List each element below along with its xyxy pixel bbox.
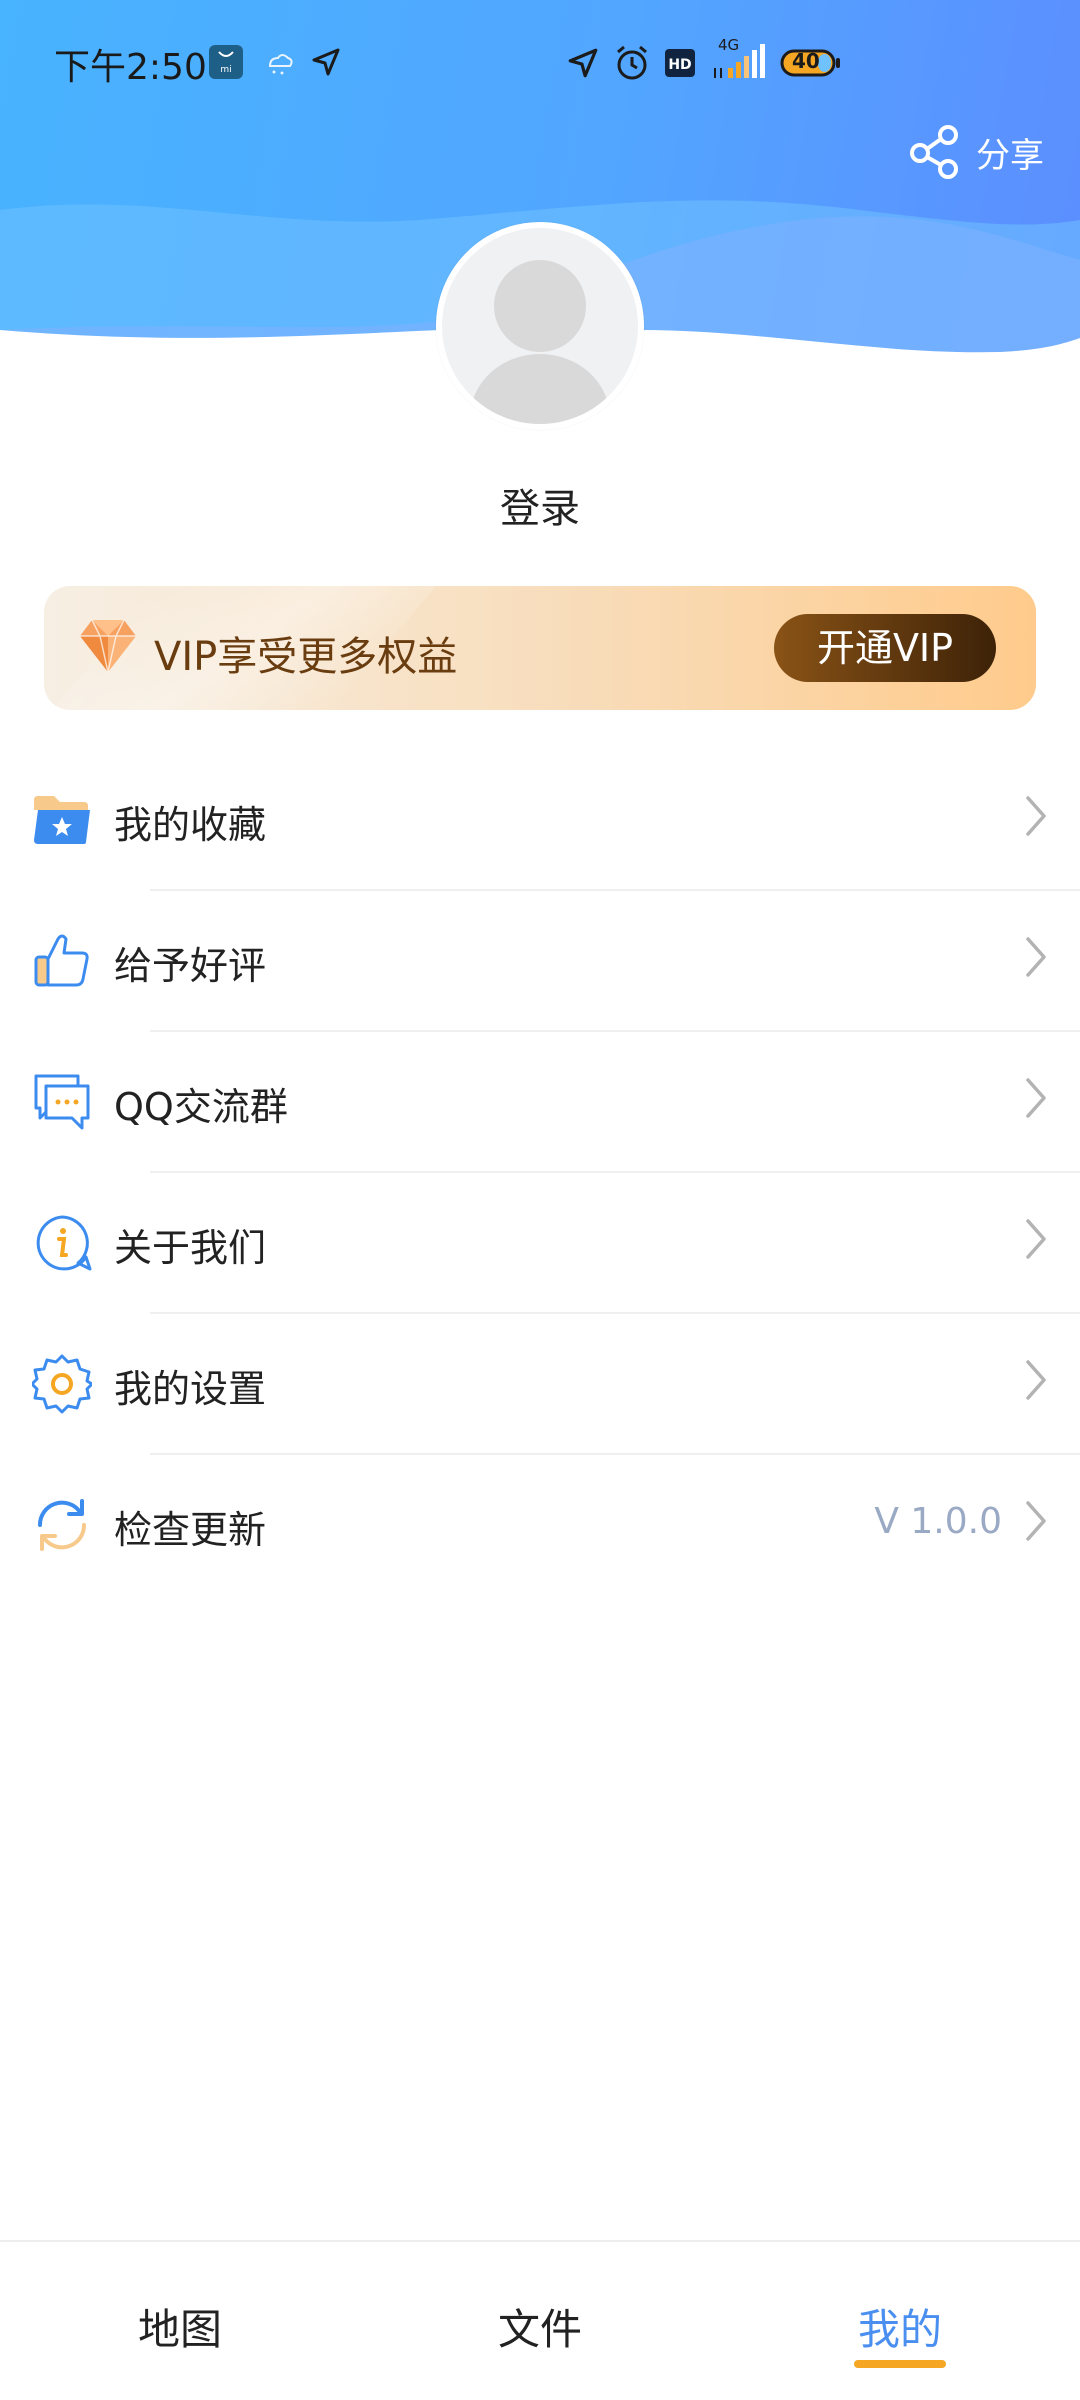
chevron-right-icon (1026, 1219, 1046, 1259)
menu-item-label: 我的收藏 (114, 803, 267, 847)
vip-banner[interactable]: VIP享受更多权益 开通VIP (44, 586, 1036, 710)
tab-label: 我的 (857, 2305, 942, 2354)
profile-page: 下午2:50 mi HD 4G 40 分享 登录 VIP享受更多权益 开通VIP… (0, 0, 1080, 2400)
refresh-icon (37, 1499, 87, 1551)
mi-app-icon: mi (209, 45, 243, 79)
chevron-right-icon (1026, 937, 1046, 977)
menu-item-about[interactable]: 关于我们 (0, 1173, 1080, 1314)
menu-item-label: 检查更新 (114, 1508, 267, 1552)
signal-icon (714, 44, 765, 78)
menu-item-label: 我的设置 (114, 1367, 267, 1411)
svg-text:HD: HD (668, 57, 691, 73)
menu-item-favorites[interactable]: 我的收藏 (0, 750, 1080, 891)
info-icon (36, 1215, 92, 1271)
menu-item-label: 给予好评 (114, 944, 267, 988)
chat-icon (34, 1074, 90, 1130)
battery-level: 40 (792, 49, 820, 73)
tab-label: 地图 (137, 2305, 222, 2354)
tab-mine[interactable]: 我的 (720, 2242, 1080, 2400)
svg-text:mi: mi (220, 65, 231, 75)
avatar[interactable] (436, 222, 644, 430)
active-tab-indicator (854, 2360, 946, 2368)
location-arrow-icon (568, 48, 598, 78)
menu-item-check-update[interactable]: 检查更新 V 1.0.0 (0, 1455, 1080, 1596)
chevron-right-icon (1026, 796, 1046, 836)
tab-map[interactable]: 地图 (0, 2242, 360, 2400)
share-button[interactable]: 分享 (906, 120, 1044, 184)
weather-icon (268, 54, 293, 75)
menu-item-qq-group[interactable]: QQ交流群 (0, 1032, 1080, 1173)
share-label: 分享 (976, 135, 1044, 176)
alarm-icon (617, 45, 647, 80)
tab-label: 文件 (497, 2305, 582, 2354)
login-link[interactable]: 登录 (0, 476, 1080, 534)
chevron-right-icon (1026, 1360, 1046, 1400)
hd-icon: HD (665, 49, 695, 77)
tab-files[interactable]: 文件 (360, 2242, 720, 2400)
chevron-right-icon (1026, 1078, 1046, 1118)
settings-menu: 我的收藏 给予好评 QQ交流群 关于我们 我的设置 检查更新 V 1.0.0 (0, 750, 1080, 1596)
menu-item-label: 关于我们 (114, 1226, 267, 1270)
favorites-folder-icon (34, 796, 90, 844)
thumbs-up-icon (34, 934, 89, 987)
diamond-icon (80, 619, 136, 672)
menu-item-label: QQ交流群 (114, 1085, 288, 1129)
chevron-right-icon (1026, 1501, 1046, 1541)
menu-item-settings[interactable]: 我的设置 (0, 1314, 1080, 1455)
settings-icon (32, 1354, 92, 1414)
status-time: 下午2:50 (54, 47, 207, 88)
app-version: V 1.0.0 (874, 1501, 1002, 1542)
activate-vip-button[interactable]: 开通VIP (774, 614, 996, 682)
user-placeholder-icon (470, 260, 610, 424)
location-arrow-icon (312, 48, 340, 76)
status-bar: 下午2:50 mi HD 4G 40 (0, 0, 1080, 120)
bottom-nav: 地图 文件 我的 (0, 2240, 1080, 2400)
vip-promo-text: VIP享受更多权益 (154, 634, 458, 680)
menu-item-rate[interactable]: 给予好评 (0, 891, 1080, 1032)
share-icon (910, 125, 958, 179)
